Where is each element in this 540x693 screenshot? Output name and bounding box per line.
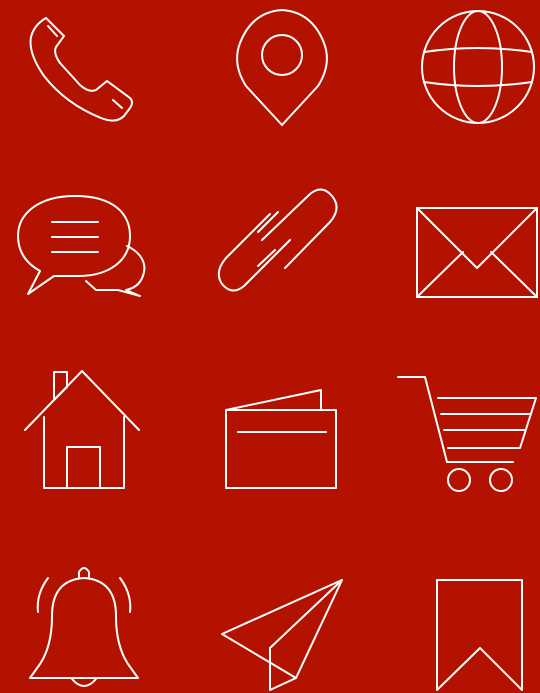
phone-icon [29,17,133,122]
shopping-cart-icon [397,376,537,492]
icon-grid [17,9,538,691]
link-icon [217,188,338,292]
envelope-icon [416,207,538,298]
location-pin-icon [236,9,328,126]
bookmark-icon [436,579,523,691]
bell-icon [29,567,139,687]
wallet-icon [225,389,337,489]
globe-icon [421,10,535,124]
home-icon [24,370,140,489]
chat-bubbles-icon [17,195,146,297]
icon-sheet [0,0,540,693]
paper-plane-icon [221,579,343,691]
